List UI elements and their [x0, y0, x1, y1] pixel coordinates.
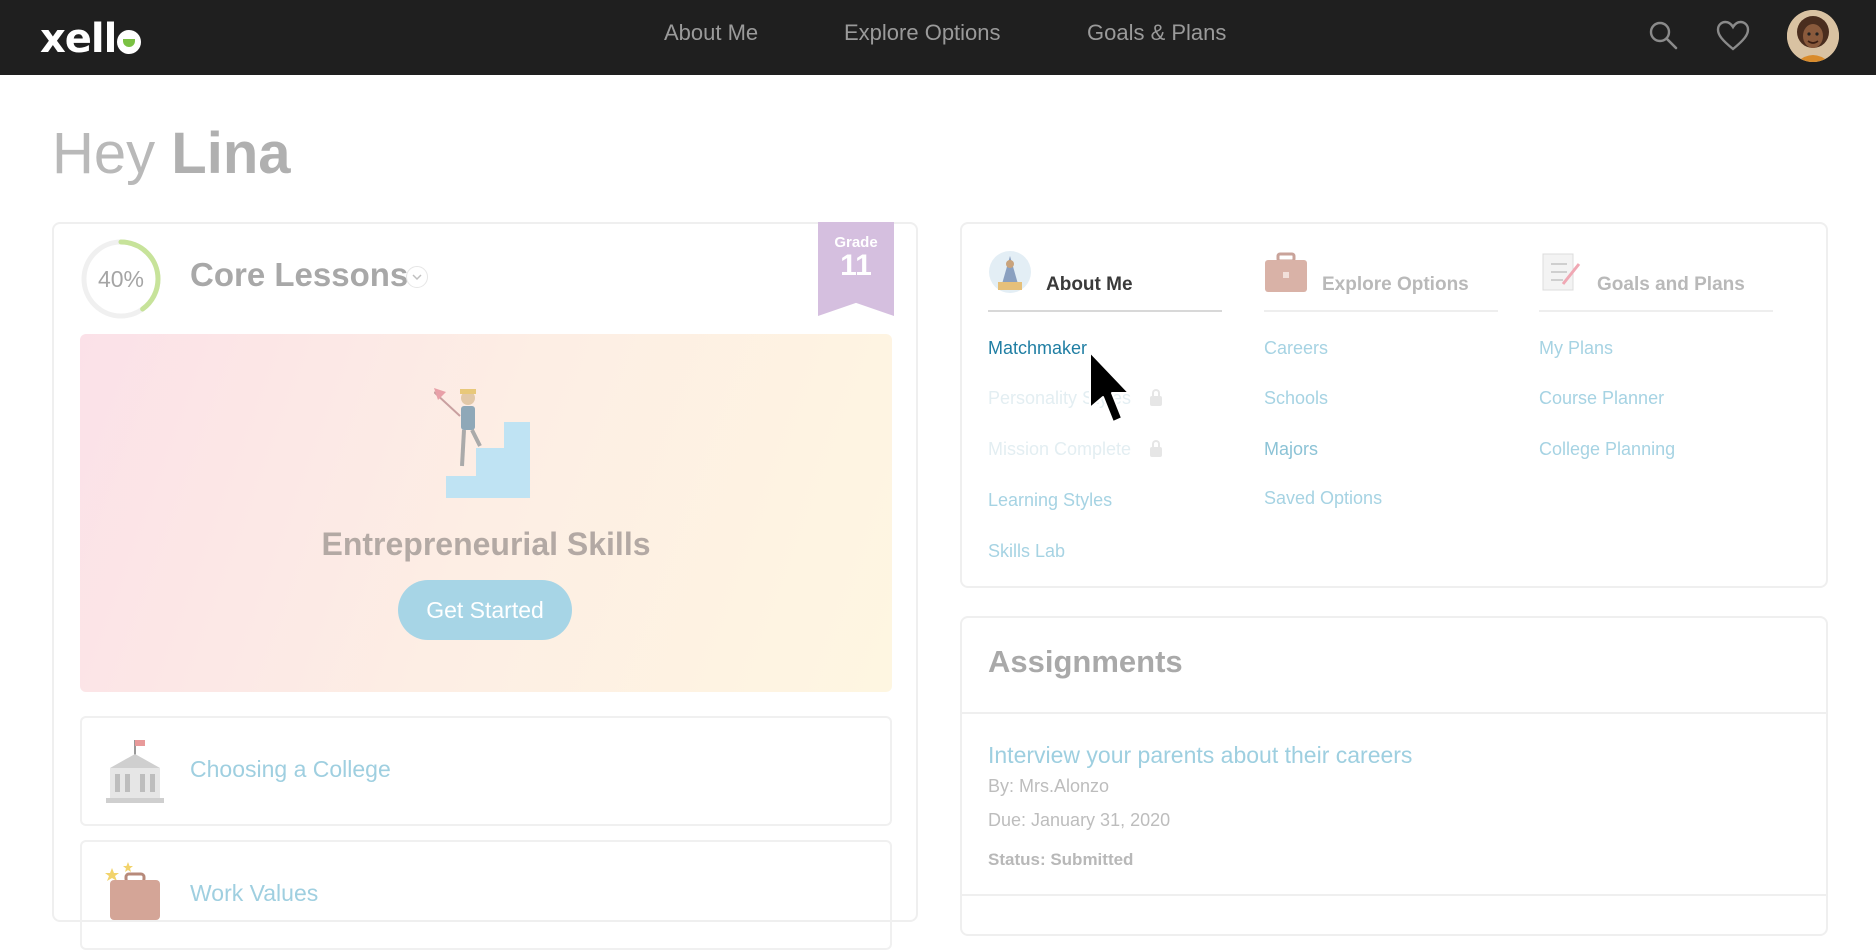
mouse-cursor-icon: [1089, 351, 1130, 423]
greeting-name: Lina: [171, 121, 291, 186]
link-schools[interactable]: Schools: [1264, 388, 1328, 409]
featured-lesson-title: Entrepreneurial Skills: [321, 526, 651, 562]
page-greeting: Hey Lina: [52, 120, 291, 187]
get-started-button[interactable]: Get Started: [398, 580, 572, 640]
nav-about-me[interactable]: About Me: [664, 20, 758, 46]
lock-icon: [1150, 389, 1162, 406]
nav-goals-plans[interactable]: Goals & Plans: [1087, 20, 1226, 46]
link-saved-options[interactable]: Saved Options: [1264, 488, 1382, 509]
heart-icon[interactable]: [1716, 20, 1750, 57]
lesson-row-choosing-college[interactable]: Choosing a College: [80, 716, 892, 826]
assignment-status: Status: Submitted: [988, 850, 1134, 869]
briefcase-stars-icon: [105, 862, 160, 920]
tab-goals-and-plans[interactable]: Goals and Plans: [1539, 250, 1773, 314]
link-course-planner[interactable]: Course Planner: [1539, 388, 1664, 409]
grade-ribbon: Grade 11: [818, 222, 894, 316]
lesson-row-label: Choosing a College: [190, 756, 391, 782]
lesson-row-label: Work Values: [190, 880, 319, 906]
link-majors[interactable]: Majors: [1264, 439, 1318, 460]
tab-underline: [1264, 310, 1498, 312]
core-lessons-card: 40% Core Lessons Grade 11 Entrepreneuria…: [52, 222, 918, 950]
stairs-climber-illustration: [434, 388, 530, 498]
lesson-row-work-values[interactable]: Work Values: [80, 840, 892, 950]
tab-explore-options[interactable]: Explore Options: [1264, 250, 1498, 314]
tab-underline: [1539, 310, 1773, 312]
link-careers[interactable]: Careers: [1264, 338, 1328, 359]
tab-label: About Me: [1046, 274, 1133, 295]
lessons-dropdown-button[interactable]: [406, 266, 428, 288]
link-college-planning[interactable]: College Planning: [1539, 439, 1675, 460]
about-me-icon: [989, 251, 1031, 293]
search-icon[interactable]: [1648, 20, 1678, 57]
assignment-title-link[interactable]: Interview your parents about their caree…: [988, 742, 1412, 769]
greeting-prefix: Hey: [52, 121, 156, 186]
tab-underline: [988, 310, 1222, 312]
lock-icon: [1150, 440, 1162, 457]
assignment-due-date: Due: January 31, 2020: [988, 810, 1171, 830]
link-my-plans[interactable]: My Plans: [1539, 338, 1613, 359]
tab-label: Goals and Plans: [1597, 274, 1745, 295]
nav-explore-options[interactable]: Explore Options: [844, 20, 1001, 46]
avatar[interactable]: [1787, 10, 1839, 62]
college-building-icon: [106, 740, 164, 803]
lessons-title: Core Lessons: [190, 256, 409, 293]
divider: [962, 712, 1826, 714]
divider: [962, 894, 1826, 896]
top-navigation-bar: xell About Me Explore Options Goals & Pl…: [0, 0, 1876, 75]
chevron-down-icon: [412, 274, 422, 281]
main-nav: About Me Explore Options Goals & Plans: [0, 20, 1876, 50]
assignments-card: Assignments Interview your parents about…: [960, 616, 1828, 936]
checklist-icon: [1542, 253, 1581, 291]
briefcase-icon: [1265, 252, 1307, 292]
link-learning-styles[interactable]: Learning Styles: [988, 490, 1112, 511]
tab-about-me[interactable]: About Me: [988, 250, 1222, 314]
link-skills-lab[interactable]: Skills Lab: [988, 541, 1065, 562]
link-matchmaker[interactable]: Matchmaker: [988, 338, 1087, 359]
assignment-author: By: Mrs.Alonzo: [988, 776, 1110, 796]
progress-percent: 40%: [97, 266, 145, 292]
featured-lesson: Entrepreneurial Skills Get Started: [80, 334, 892, 692]
assignments-title: Assignments: [988, 644, 1183, 679]
grade-number: 11: [840, 249, 872, 282]
tab-label: Explore Options: [1322, 274, 1469, 295]
link-mission-complete[interactable]: Mission Complete: [988, 439, 1131, 460]
